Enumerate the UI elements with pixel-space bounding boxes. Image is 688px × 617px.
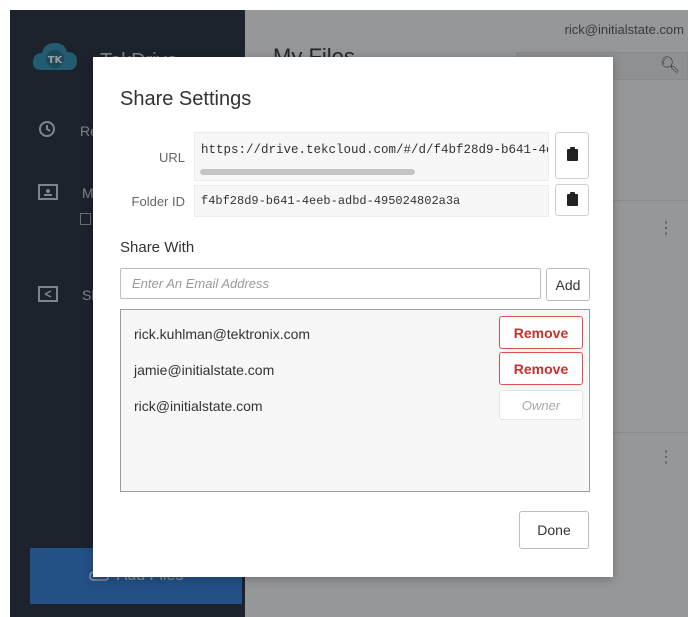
clipboard-icon: [566, 191, 578, 209]
owner-badge: Owner: [499, 390, 583, 420]
folder-id-label: Folder ID: [131, 194, 185, 209]
done-button[interactable]: Done: [519, 511, 589, 549]
copy-url-button[interactable]: [555, 132, 589, 179]
url-label: URL: [158, 150, 185, 165]
share-email: rick.kuhlman@tektronix.com: [134, 326, 311, 342]
email-input[interactable]: [120, 268, 541, 299]
clipboard-icon: [566, 147, 578, 164]
list-item: rick@initialstate.com Owner: [121, 388, 589, 422]
folder-id-value[interactable]: f4bf28d9-b641-4eeb-adbd-495024802a3a: [201, 194, 460, 208]
dialog-title: Share Settings: [120, 88, 252, 110]
url-field[interactable]: https://drive.tekcloud.com/#/d/f4bf28d9-…: [194, 132, 549, 181]
share-list: rick.kuhlman@tektronix.com Remove jamie@…: [120, 309, 590, 492]
share-email: jamie@initialstate.com: [134, 362, 275, 378]
share-with-heading: Share With: [120, 239, 195, 256]
list-item: jamie@initialstate.com Remove: [121, 352, 589, 386]
share-settings-dialog: Share Settings URL https://drive.tekclou…: [93, 57, 613, 577]
remove-button[interactable]: Remove: [499, 316, 583, 349]
url-scrollbar[interactable]: [200, 169, 415, 175]
remove-button[interactable]: Remove: [499, 352, 583, 385]
list-item: rick.kuhlman@tektronix.com Remove: [121, 316, 589, 350]
share-email: rick@initialstate.com: [134, 398, 263, 414]
folder-id-field[interactable]: f4bf28d9-b641-4eeb-adbd-495024802a3a: [194, 185, 549, 217]
add-email-button[interactable]: Add: [546, 268, 590, 301]
copy-folder-id-button[interactable]: [555, 184, 589, 216]
url-value[interactable]: https://drive.tekcloud.com/#/d/f4bf28d9-…: [201, 143, 548, 157]
